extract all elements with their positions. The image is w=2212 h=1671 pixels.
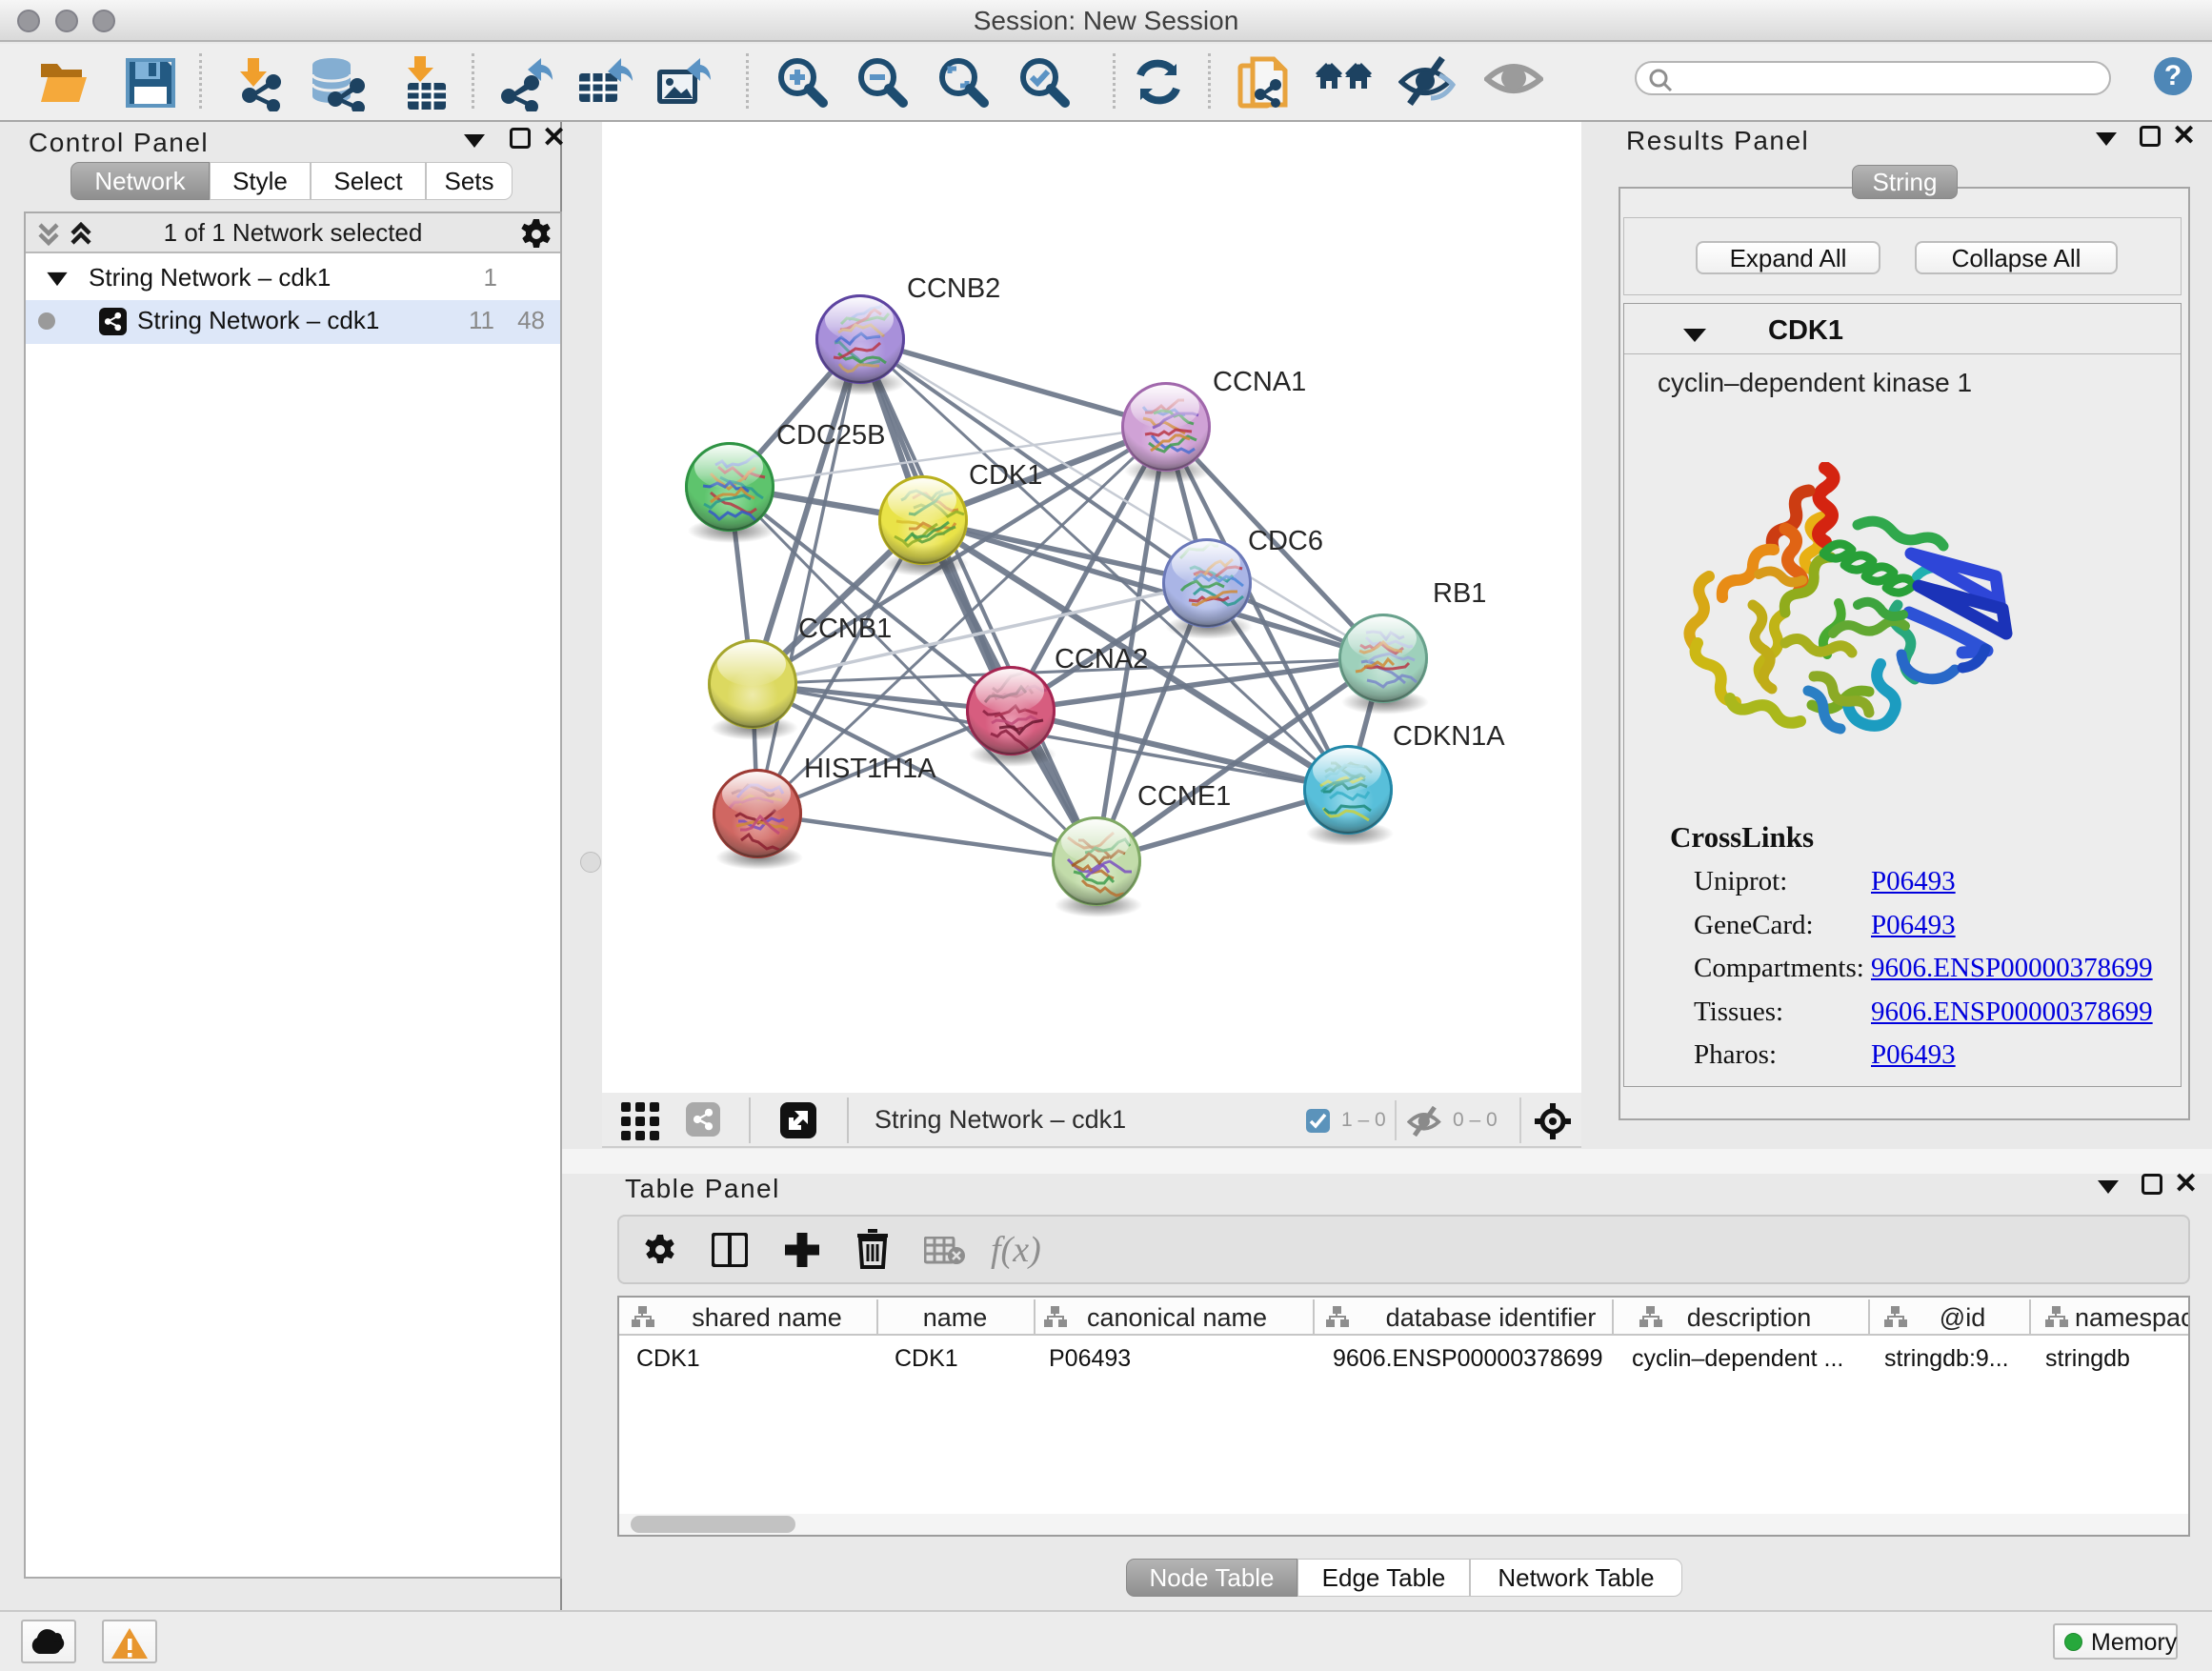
svg-text:CDKN1A: CDKN1A — [1393, 721, 1505, 752]
svg-text:RB1: RB1 — [1433, 578, 1486, 609]
svg-text:CCNA1: CCNA1 — [1213, 367, 1306, 397]
svg-text:CCNB1: CCNB1 — [798, 614, 892, 644]
svg-text:CDC6: CDC6 — [1248, 526, 1323, 556]
svg-text:HIST1H1A: HIST1H1A — [804, 754, 936, 784]
svg-text:CCNB2: CCNB2 — [907, 273, 1000, 304]
svg-text:CDC25B: CDC25B — [776, 420, 885, 451]
svg-text:CCNA2: CCNA2 — [1055, 644, 1148, 674]
svg-text:CCNE1: CCNE1 — [1137, 781, 1231, 812]
svg-text:CDK1: CDK1 — [969, 460, 1042, 491]
